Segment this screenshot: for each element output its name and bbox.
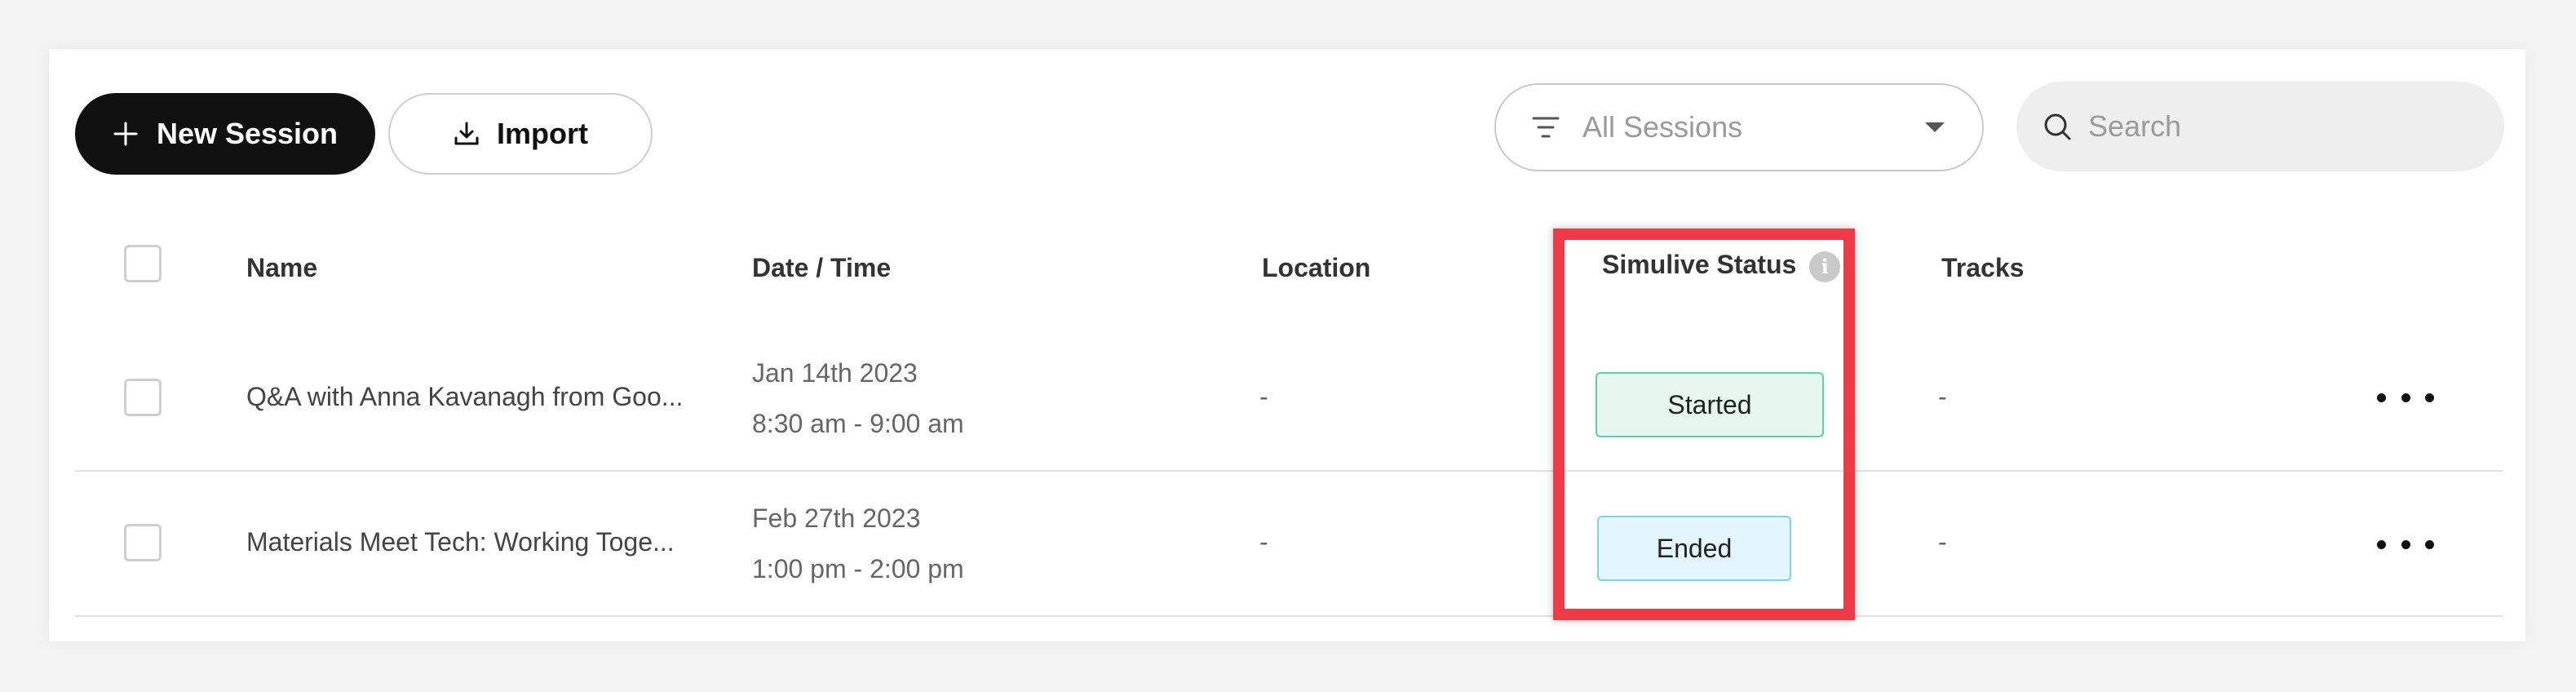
select-all-checkbox[interactable] [124, 245, 162, 282]
simulive-status-label: Simulive Status [1602, 250, 1797, 279]
import-label: Import [497, 117, 588, 150]
download-icon [454, 122, 479, 145]
caret-down-icon [1925, 122, 1945, 132]
session-name[interactable]: Materials Meet Tech: Working Toge... [246, 527, 675, 557]
sessions-panel: New Session Import All Sessions Search N… [49, 49, 2525, 641]
plus-icon [113, 122, 138, 146]
import-button[interactable]: Import [388, 93, 653, 175]
session-name[interactable]: Q&A with Anna Kavanagh from Goo... [246, 382, 683, 412]
row-checkbox[interactable] [124, 524, 162, 561]
info-icon[interactable]: i [1809, 251, 1841, 282]
row-checkbox[interactable] [124, 379, 162, 416]
session-filter-dropdown[interactable]: All Sessions [1494, 83, 1984, 171]
row-actions-button[interactable] [2377, 385, 2434, 410]
row-actions-button[interactable] [2377, 532, 2434, 557]
new-session-label: New Session [156, 117, 339, 150]
status-badge: Started [1596, 372, 1824, 437]
column-header-name[interactable]: Name [246, 253, 317, 283]
column-header-location[interactable]: Location [1262, 253, 1370, 283]
column-header-simulive-status[interactable]: Simulive Status i [1602, 250, 1841, 282]
filter-value: All Sessions [1582, 110, 1743, 144]
column-header-tracks[interactable]: Tracks [1941, 253, 2024, 283]
session-date: Jan 14th 2023 [752, 358, 918, 388]
session-time: 1:00 pm - 2:00 pm [752, 554, 964, 583]
search-input[interactable]: Search [2016, 82, 2504, 171]
session-date-time: Jan 14th 2023 8:30 am - 9:00 am [752, 348, 964, 449]
filter-icon [1532, 117, 1560, 138]
session-date: Feb 27th 2023 [752, 503, 921, 533]
session-tracks: - [1938, 382, 1947, 411]
status-badge: Ended [1597, 516, 1791, 581]
session-date-time: Feb 27th 2023 1:00 pm - 2:00 pm [752, 493, 964, 594]
session-tracks: - [1938, 527, 1947, 557]
row-divider [75, 470, 2503, 472]
new-session-button[interactable]: New Session [75, 93, 375, 175]
search-placeholder: Search [2088, 109, 2182, 143]
search-icon [2044, 113, 2071, 140]
session-location: - [1259, 382, 1268, 411]
session-time: 8:30 am - 9:00 am [752, 409, 964, 438]
column-header-date-time[interactable]: Date / Time [752, 253, 891, 283]
row-divider [75, 615, 2503, 617]
session-location: - [1259, 527, 1268, 557]
